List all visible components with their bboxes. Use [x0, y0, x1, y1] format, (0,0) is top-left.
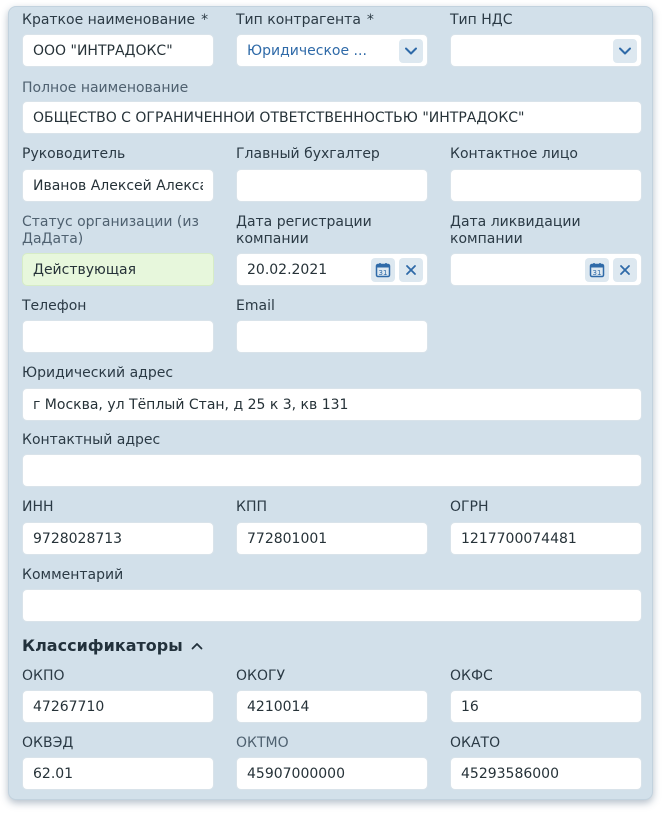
short-name-label: Краткое наименование * — [22, 12, 209, 28]
org-status-value: Действующая — [33, 261, 137, 278]
legal-address-label: Юридический адрес — [22, 365, 174, 381]
svg-text:31: 31 — [593, 269, 602, 277]
full-name-input[interactable]: ОБЩЕСТВО С ОГРАНИЧЕННОЙ ОТВЕТСТВЕННОСТЬЮ… — [22, 101, 642, 134]
ogrn-input[interactable]: 1217700074481 — [450, 522, 642, 555]
close-icon[interactable] — [613, 257, 637, 282]
liquidation-date-label: Дата ликвидации компании — [450, 214, 581, 247]
oktmo-label: ОКТМО — [236, 735, 289, 751]
contractor-type-label: Тип контрагента * — [236, 12, 374, 28]
comment-label: Комментарий — [22, 567, 124, 583]
kpp-input[interactable]: 772801001 — [236, 522, 428, 555]
phone-input[interactable] — [22, 320, 214, 353]
okved-value: 62.01 — [33, 765, 74, 782]
classifiers-title: Классификаторы — [22, 636, 183, 655]
phone-label: Телефон — [22, 298, 87, 314]
vat-type-label: Тип НДС — [450, 12, 513, 28]
close-icon[interactable] — [399, 257, 423, 282]
director-value: Иванов Алексей Александрович — [33, 177, 203, 194]
reg-date-value: 20.02.2021 — [247, 261, 328, 278]
okogu-label: ОКОГУ — [236, 668, 286, 684]
contractor-type-value: Юридическое ... — [247, 42, 367, 59]
chief-accountant-label: Главный бухгалтер — [236, 146, 380, 162]
vat-type-select[interactable] — [450, 34, 642, 67]
okato-input[interactable]: 45293586000 — [450, 757, 642, 790]
okfs-label: ОКФС — [450, 668, 493, 684]
okato-value: 45293586000 — [461, 765, 559, 782]
okpo-value: 47267710 — [33, 698, 105, 715]
okved-input[interactable]: 62.01 — [22, 757, 214, 790]
legal-address-value: г Москва, ул Тёплый Стан, д 25 к 3, кв 1… — [33, 396, 349, 413]
contact-address-label: Контактный адрес — [22, 432, 161, 448]
ogrn-label: ОГРН — [450, 499, 489, 515]
org-status-field: Действующая — [22, 253, 214, 286]
svg-text:31: 31 — [379, 269, 388, 277]
oktmo-input[interactable]: 45907000000 — [236, 757, 428, 790]
director-label: Руководитель — [22, 146, 126, 162]
inn-input[interactable]: 9728028713 — [22, 522, 214, 555]
oktmo-value: 45907000000 — [247, 765, 345, 782]
okogu-value: 4210014 — [247, 698, 310, 715]
kpp-value: 772801001 — [247, 530, 328, 547]
inn-value: 9728028713 — [33, 530, 123, 547]
inn-label: ИНН — [22, 499, 54, 515]
okato-label: ОКАТО — [450, 735, 501, 751]
contractor-type-select[interactable]: Юридическое ... — [236, 34, 428, 67]
legal-address-input[interactable]: г Москва, ул Тёплый Стан, д 25 к 3, кв 1… — [22, 388, 642, 421]
ogrn-value: 1217700074481 — [461, 530, 577, 547]
reg-date-input[interactable]: 20.02.2021 31 — [236, 253, 428, 286]
chevron-down-icon[interactable] — [613, 38, 637, 63]
chevron-down-icon[interactable] — [399, 38, 423, 63]
short-name-value: ООО "ИНТРАДОКС" — [33, 42, 173, 59]
contact-person-input[interactable] — [450, 169, 642, 202]
okfs-value: 16 — [461, 698, 479, 715]
classifiers-section-toggle[interactable]: Классификаторы — [22, 636, 203, 655]
okogu-input[interactable]: 4210014 — [236, 690, 428, 723]
okved-label: ОКВЭД — [22, 735, 74, 751]
reg-date-label: Дата регистрации компании — [236, 214, 372, 247]
okpo-input[interactable]: 47267710 — [22, 690, 214, 723]
short-name-input[interactable]: ООО "ИНТРАДОКС" — [22, 34, 214, 67]
full-name-label: Полное наименование — [22, 80, 189, 96]
kpp-label: КПП — [236, 499, 267, 515]
director-input[interactable]: Иванов Алексей Александрович — [22, 169, 214, 202]
contact-address-input[interactable] — [22, 454, 642, 487]
full-name-value: ОБЩЕСТВО С ОГРАНИЧЕННОЙ ОТВЕТСТВЕННОСТЬЮ… — [33, 109, 525, 126]
email-label: Email — [236, 298, 275, 314]
calendar-icon[interactable]: 31 — [585, 257, 609, 282]
liquidation-date-input[interactable]: 31 — [450, 253, 642, 286]
org-status-label: Статус организации (из ДаДата) — [22, 214, 199, 247]
email-input[interactable] — [236, 320, 428, 353]
okfs-input[interactable]: 16 — [450, 690, 642, 723]
comment-input[interactable] — [22, 589, 642, 622]
chevron-up-icon[interactable] — [191, 642, 203, 650]
chief-accountant-input[interactable] — [236, 169, 428, 202]
okpo-label: ОКПО — [22, 668, 65, 684]
contact-person-label: Контактное лицо — [450, 146, 578, 162]
calendar-icon[interactable]: 31 — [371, 257, 395, 282]
